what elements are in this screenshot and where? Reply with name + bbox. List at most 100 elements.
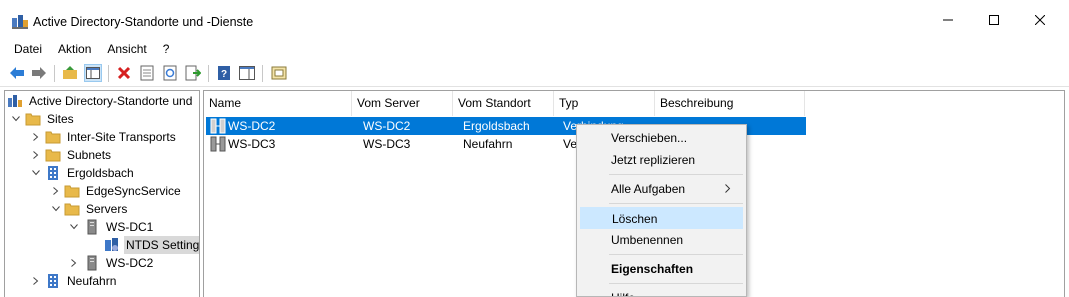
chevron-down-icon[interactable] <box>50 200 62 218</box>
cell-from-site: Neufahrn <box>463 137 513 151</box>
help-book-icon: ? <box>218 66 230 80</box>
forward-button[interactable] <box>30 64 48 82</box>
tree-label: WS-DC2 <box>106 256 154 270</box>
tree-item-subnets[interactable]: Subnets <box>5 146 199 164</box>
folder-icon <box>45 149 61 162</box>
tree-item-ntds-settings[interactable]: NTDS Settings <box>5 236 199 254</box>
menu-aktion[interactable]: Aktion <box>50 40 99 60</box>
tree-label: Active Directory-Standorte und <box>29 94 193 108</box>
tree-item-inter-site-transports[interactable]: Inter-Site Transports <box>5 128 199 146</box>
menu-datei[interactable]: Datei <box>6 40 50 60</box>
context-menu: Verschieben... Jetzt replizieren Alle Au… <box>576 124 747 297</box>
refresh-button[interactable] <box>161 64 179 82</box>
tree-label: WS-DC1 <box>106 220 154 234</box>
cell-from-server: WS-DC3 <box>363 137 411 151</box>
menu-separator <box>609 203 743 204</box>
tree-item-ws-dc1[interactable]: WS-DC1 <box>5 218 199 236</box>
chevron-down-icon[interactable] <box>30 164 42 182</box>
column-header-from-server[interactable]: Vom Server <box>352 91 453 116</box>
menu-item-label: Alle Aufgaben <box>611 182 686 196</box>
up-level-button[interactable] <box>61 64 79 82</box>
tree-item-sites[interactable]: Sites <box>5 110 199 128</box>
chevron-right-icon[interactable] <box>68 254 80 272</box>
maximize-icon <box>989 15 999 25</box>
menu-item-rename[interactable]: Umbenennen <box>580 229 743 251</box>
folder-icon <box>64 203 80 216</box>
forward-arrow-icon <box>32 67 46 79</box>
menu-separator <box>609 174 743 175</box>
column-header-description[interactable]: Beschreibung <box>655 91 805 116</box>
app-icon <box>12 15 28 29</box>
toolbar-separator <box>108 65 109 82</box>
server-icon <box>87 255 97 271</box>
tree-label: NTDS Settings <box>124 236 199 254</box>
minimize-button[interactable] <box>925 0 971 40</box>
show-hide-tree-button[interactable] <box>84 64 102 82</box>
ntds-settings-icon <box>105 238 118 251</box>
maximize-button[interactable] <box>971 0 1017 40</box>
menu-separator <box>609 283 743 284</box>
menu-bar: Datei Aktion Ansicht ? <box>0 40 1069 60</box>
tree-label: EdgeSyncService <box>86 184 181 198</box>
toolbar-separator <box>54 65 55 82</box>
chevron-right-icon <box>725 178 731 200</box>
console-tree: Active Directory-Standorte und Sites Int… <box>4 90 200 297</box>
export-list-icon <box>185 65 201 81</box>
folder-icon <box>45 131 61 144</box>
folder-icon <box>25 113 41 126</box>
column-header-type[interactable]: Typ <box>554 91 655 116</box>
action-pane-button[interactable] <box>238 64 256 82</box>
server-icon <box>87 219 97 235</box>
tree-item-ws-dc2[interactable]: WS-DC2 <box>5 254 199 272</box>
filter-button[interactable] <box>270 64 288 82</box>
tree-label: Inter-Site Transports <box>67 130 176 144</box>
tree-label: Neufahrn <box>67 274 117 288</box>
tree-item-root[interactable]: Active Directory-Standorte und <box>5 92 199 110</box>
export-list-button[interactable] <box>184 64 202 82</box>
refresh-icon <box>163 65 177 81</box>
minimize-icon <box>943 19 953 21</box>
svg-text:?: ? <box>221 69 227 80</box>
cell-name: WS-DC2 <box>228 119 276 133</box>
folder-up-icon <box>63 66 77 79</box>
chevron-right-icon[interactable] <box>30 146 42 164</box>
tree-item-edgesyncservice[interactable]: EdgeSyncService <box>5 182 199 200</box>
cell-from-site: Ergoldsbach <box>463 119 530 133</box>
column-header-from-site[interactable]: Vom Standort <box>453 91 554 116</box>
chevron-right-icon[interactable] <box>50 182 62 200</box>
menu-help[interactable]: ? <box>155 40 178 60</box>
close-button[interactable] <box>1017 0 1063 40</box>
help-button[interactable]: ? <box>215 64 233 82</box>
column-header-name[interactable]: Name <box>204 91 352 116</box>
properties-button[interactable] <box>138 64 156 82</box>
menu-item-properties[interactable]: Eigenschaften <box>580 258 743 280</box>
tree-item-neufahrn[interactable]: Neufahrn <box>5 272 199 290</box>
delete-button[interactable] <box>115 64 133 82</box>
toolbar-separator <box>262 65 263 82</box>
toolbar: ? <box>0 60 1069 87</box>
tree-item-servers[interactable]: Servers <box>5 200 199 218</box>
sites-services-icon <box>8 95 22 107</box>
toolbar-separator <box>208 65 209 82</box>
delete-x-icon <box>117 66 131 80</box>
folder-icon <box>64 185 80 198</box>
chevron-right-icon[interactable] <box>30 272 42 290</box>
list-header: Name Vom Server Vom Standort Typ Beschre… <box>204 91 1064 116</box>
window-title: Active Directory-Standorte und -Dienste <box>33 15 254 29</box>
menu-ansicht[interactable]: Ansicht <box>99 40 154 60</box>
menu-separator <box>609 254 743 255</box>
tree-item-ergoldsbach[interactable]: Ergoldsbach <box>5 164 199 182</box>
chevron-down-icon[interactable] <box>10 110 22 128</box>
back-button[interactable] <box>8 64 26 82</box>
tree-label: Subnets <box>67 148 112 162</box>
chevron-right-icon[interactable] <box>30 128 42 146</box>
chevron-down-icon[interactable] <box>68 218 80 236</box>
connection-icon <box>210 118 226 134</box>
tree-label: Servers <box>86 202 128 216</box>
server-settings-icon <box>271 66 287 80</box>
menu-item-delete[interactable]: Löschen <box>580 207 743 229</box>
menu-item-move[interactable]: Verschieben... <box>580 127 743 149</box>
menu-item-replicate-now[interactable]: Jetzt replizieren <box>580 149 743 171</box>
menu-item-help[interactable]: Hilfe <box>580 287 743 296</box>
menu-item-all-tasks[interactable]: Alle Aufgaben <box>580 178 743 200</box>
